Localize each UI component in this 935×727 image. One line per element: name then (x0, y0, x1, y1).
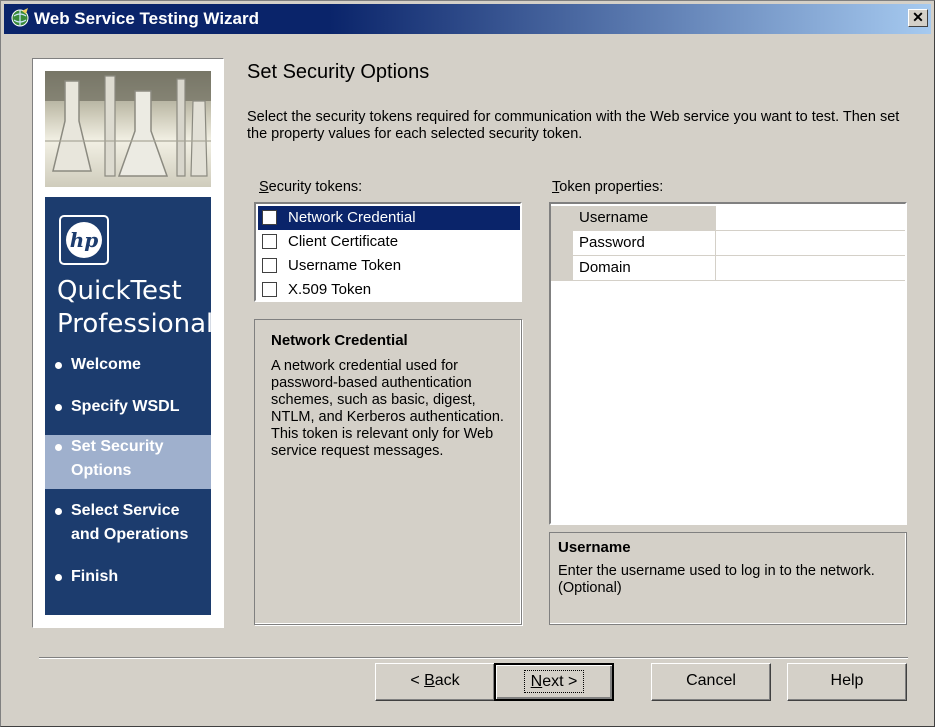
product-name-line2: Professional (57, 309, 214, 339)
bullet-icon (55, 362, 62, 369)
step-welcome: Welcome (45, 353, 211, 383)
close-button[interactable]: ✕ (908, 9, 928, 27)
bullet-icon (55, 508, 62, 515)
step-select-service: Select Service and Operations (45, 499, 211, 551)
step-label: Finish (71, 568, 119, 585)
token-label: X.509 Token (288, 281, 372, 298)
wizard-window: Web Service Testing Wizard ✕ hp QuickTes… (0, 0, 935, 727)
token-label: Client Certificate (288, 233, 399, 250)
help-button[interactable]: Help (787, 663, 907, 701)
checkbox-x509-token[interactable] (262, 282, 277, 297)
wizard-sidebar: hp QuickTest Professional Welcome Specif… (32, 58, 224, 628)
step-label: Welcome (71, 356, 141, 373)
svg-text:hp: hp (70, 228, 99, 252)
token-description-text: A network credential used for password-b… (271, 358, 504, 459)
token-description-box: Network Credential A network credential … (254, 319, 522, 625)
wizard-globe-icon (11, 8, 29, 27)
button-separator (39, 657, 908, 659)
title-bar: Web Service Testing Wizard ✕ (4, 4, 931, 34)
page-title: Set Security Options (247, 61, 430, 83)
close-icon: ✕ (912, 9, 924, 25)
lab-photo (45, 71, 211, 187)
domain-value-field[interactable] (717, 256, 905, 280)
product-name: QuickTest Professional (57, 275, 213, 341)
checkbox-network-credential[interactable] (262, 210, 277, 225)
property-description-box: Username Enter the username used to log … (549, 532, 907, 625)
property-name[interactable]: Username (573, 206, 716, 230)
bullet-icon (55, 404, 62, 411)
security-tokens-list[interactable]: Network Credential Client Certificate Us… (254, 202, 522, 302)
row-gutter (551, 256, 573, 280)
checkbox-username-token[interactable] (262, 258, 277, 273)
property-name[interactable]: Password (573, 231, 716, 255)
property-description-text: Enter the username used to log in to the… (558, 563, 875, 596)
page-description: Select the security tokens required for … (247, 109, 900, 142)
glassware-illustration (45, 71, 211, 177)
window-title: Web Service Testing Wizard (34, 9, 260, 28)
token-properties-label: Token properties: (552, 179, 664, 195)
token-network-credential[interactable]: Network Credential (258, 206, 520, 230)
cancel-button[interactable]: Cancel (651, 663, 771, 701)
token-description-title: Network Credential (271, 332, 408, 349)
next-button[interactable]: Next > (494, 663, 614, 701)
hp-logo: hp (59, 215, 109, 265)
checkbox-client-certificate[interactable] (262, 234, 277, 249)
product-name-line1: QuickTest (57, 276, 182, 306)
step-set-security-options: Set Security Options (45, 435, 211, 489)
token-username-token[interactable]: Username Token (258, 254, 520, 278)
property-description-title: Username (558, 539, 631, 556)
product-panel: hp QuickTest Professional Welcome Specif… (45, 197, 213, 615)
token-label: Network Credential (288, 209, 416, 226)
step-label: Specify WSDL (71, 398, 180, 415)
property-name[interactable]: Domain (573, 256, 716, 280)
username-value-field[interactable] (717, 206, 905, 230)
token-x509-token[interactable]: X.509 Token (258, 278, 520, 302)
token-properties-grid[interactable]: Username Password Domain (549, 202, 907, 525)
bullet-icon (55, 444, 62, 451)
property-row-username[interactable]: Username (551, 206, 905, 231)
row-gutter (551, 206, 573, 230)
step-label: Select Service and Operations (71, 502, 189, 543)
step-label: Set Security Options (71, 438, 164, 479)
password-value-field[interactable] (717, 231, 905, 255)
token-label: Username Token (288, 257, 402, 274)
security-tokens-label: Security tokens: (259, 179, 363, 195)
step-finish: Finish (45, 565, 211, 595)
property-row-domain[interactable]: Domain (551, 256, 905, 281)
bullet-icon (55, 574, 62, 581)
row-gutter (551, 231, 573, 255)
step-specify-wsdl: Specify WSDL (45, 395, 211, 425)
property-row-password[interactable]: Password (551, 231, 905, 256)
back-button[interactable]: < Back (375, 663, 495, 701)
token-client-certificate[interactable]: Client Certificate (258, 230, 520, 254)
